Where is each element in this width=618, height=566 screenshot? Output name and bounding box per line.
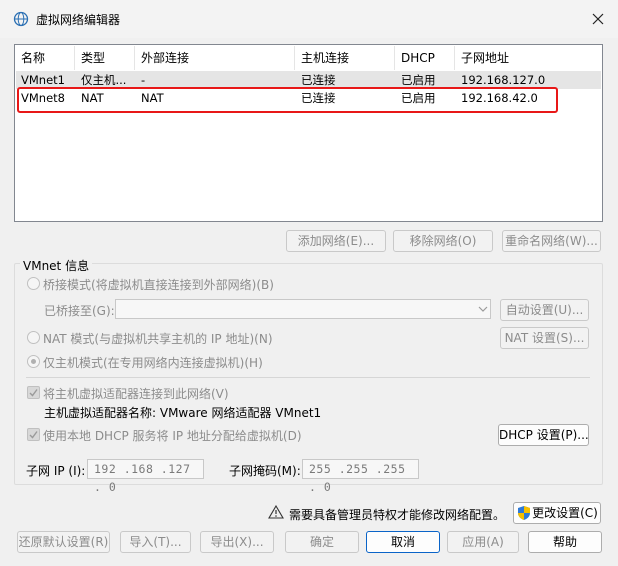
nat-mode-label: NAT 模式(与虚拟机共享主机的 IP 地址)(N) xyxy=(43,332,273,346)
help-button[interactable]: 帮助 xyxy=(528,531,602,553)
column-header-dhcp[interactable]: DHCP xyxy=(395,46,455,70)
ok-button[interactable]: 确定 xyxy=(285,531,359,553)
highlight-annotation-box xyxy=(17,87,558,113)
host-only-radio[interactable] xyxy=(27,355,40,368)
shield-icon xyxy=(517,505,531,521)
column-header-name[interactable]: 名称 xyxy=(15,46,75,70)
subnet-mask-field[interactable]: 255 .255 .255 . 0 xyxy=(302,459,419,494)
bridged-to-select[interactable] xyxy=(115,299,491,319)
column-header-host[interactable]: 主机连接 xyxy=(295,46,395,70)
network-list[interactable]: 名称 类型 外部连接 主机连接 DHCP 子网地址 VMnet1 仅主机... … xyxy=(14,44,603,222)
cancel-button[interactable]: 取消 xyxy=(366,531,440,553)
bridge-mode-label: 桥接模式(将虚拟机直接连接到外部网络)(B) xyxy=(43,278,274,292)
column-header-type[interactable]: 类型 xyxy=(75,46,135,70)
add-network-button[interactable]: 添加网络(E)... xyxy=(286,230,386,252)
admin-notice-text: 需要具备管理员特权才能修改网络配置。 xyxy=(289,508,506,522)
connect-adapter-label: 将主机虚拟适配器连接到此网络(V) xyxy=(43,387,229,401)
bridge-mode-radio[interactable] xyxy=(27,277,40,290)
dhcp-settings-button[interactable]: DHCP 设置(P)... xyxy=(498,424,589,446)
adapter-name-text: 主机虚拟适配器名称: VMware 网络适配器 VMnet1 xyxy=(44,406,322,420)
column-header-external[interactable]: 外部连接 xyxy=(135,46,295,70)
vmnet-info-label: VMnet 信息 xyxy=(20,257,93,274)
divider xyxy=(26,377,590,378)
rename-network-button[interactable]: 重命名网络(W)... xyxy=(502,230,601,252)
remove-network-button[interactable]: 移除网络(O) xyxy=(393,230,493,252)
subnet-mask-label: 子网掩码(M): xyxy=(229,464,301,478)
column-header-subnet[interactable]: 子网地址 xyxy=(455,46,601,70)
bridged-to-label: 已桥接至(G): xyxy=(44,304,115,318)
dhcp-label: 使用本地 DHCP 服务将 IP 地址分配给虚拟机(D) xyxy=(43,429,302,443)
apply-button[interactable]: 应用(A) xyxy=(447,531,519,553)
subnet-ip-field[interactable]: 192 .168 .127 . 0 xyxy=(87,459,204,494)
nat-mode-radio[interactable] xyxy=(27,331,40,344)
dhcp-checkbox[interactable] xyxy=(27,428,40,441)
close-icon[interactable] xyxy=(590,11,606,27)
nat-settings-button[interactable]: NAT 设置(S)... xyxy=(500,327,589,349)
host-only-label: 仅主机模式(在专用网络内连接虚拟机)(H) xyxy=(43,356,263,370)
warning-icon xyxy=(268,504,284,519)
export-button[interactable]: 导出(X)... xyxy=(200,531,274,553)
chevron-down-icon xyxy=(477,303,489,315)
connect-adapter-checkbox[interactable] xyxy=(27,386,40,399)
subnet-ip-label: 子网 IP (I): xyxy=(26,464,86,478)
title-bar: 虚拟网络编辑器 xyxy=(0,0,618,38)
restore-defaults-button[interactable]: 还原默认设置(R) xyxy=(17,531,110,553)
window-title: 虚拟网络编辑器 xyxy=(36,13,121,27)
import-button[interactable]: 导入(T)... xyxy=(120,531,191,553)
auto-settings-button[interactable]: 自动设置(U)... xyxy=(500,299,589,321)
vmnet-info-group xyxy=(14,263,603,485)
network-globe-icon xyxy=(13,11,29,27)
